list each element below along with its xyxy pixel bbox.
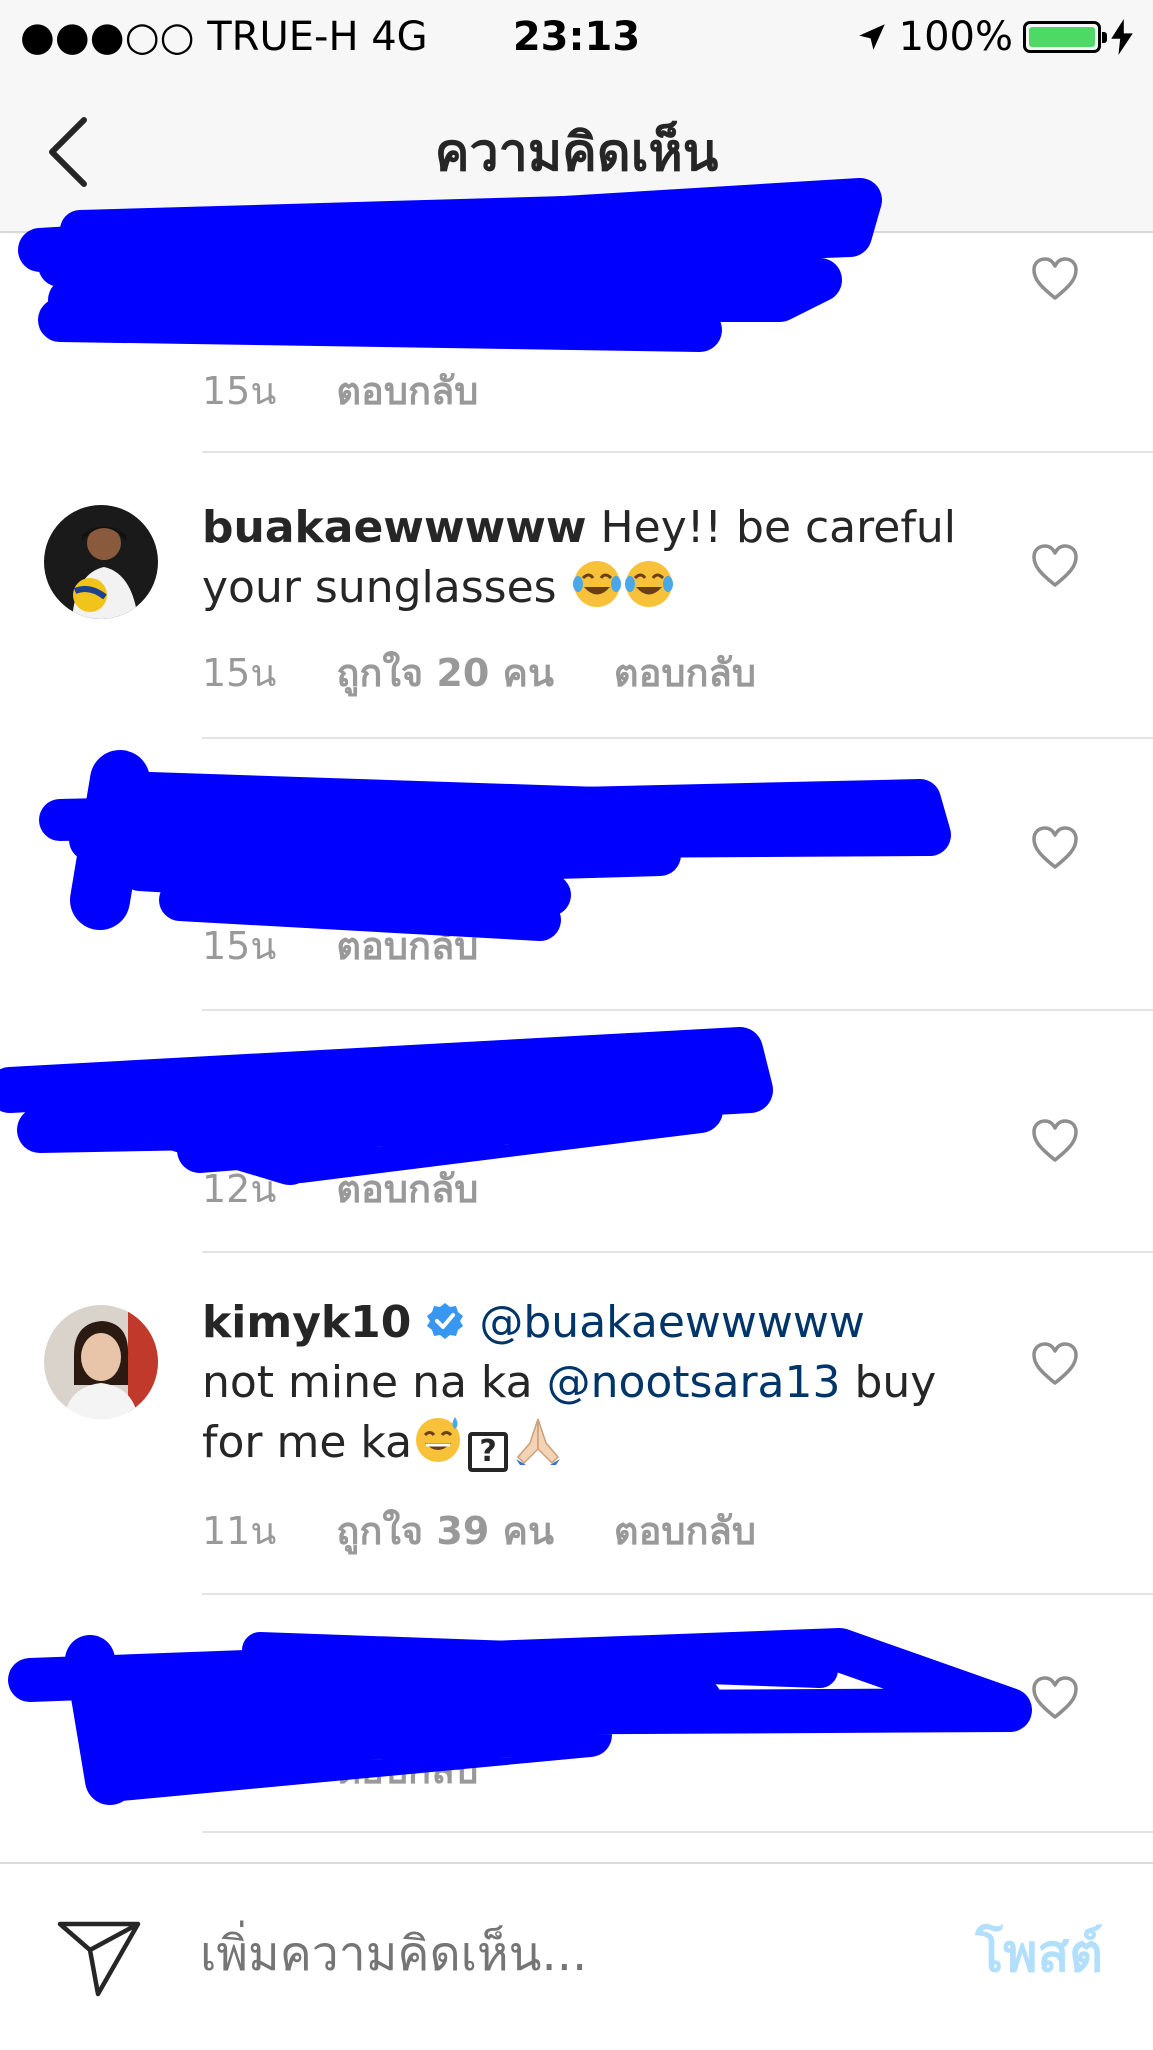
comment-input[interactable] [200,1919,900,1989]
redaction-scribble [0,178,1032,1805]
post-button[interactable]: โพสต์ [975,1919,1103,1989]
comment-composer: โพสต์ [0,1862,1153,2050]
direct-send-icon[interactable] [54,1914,144,2004]
